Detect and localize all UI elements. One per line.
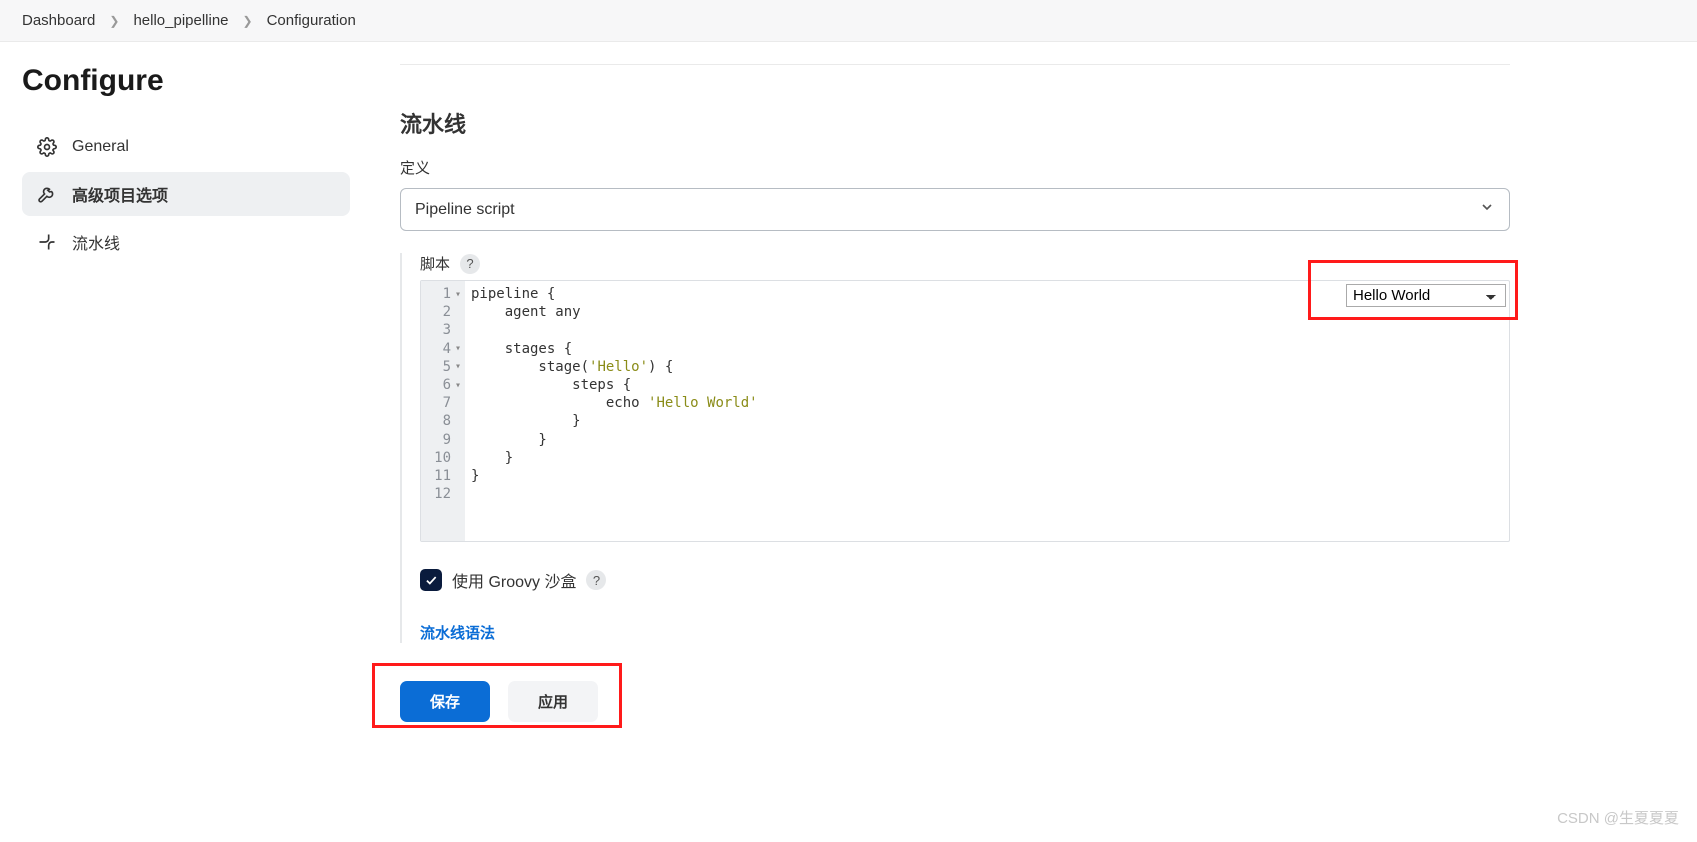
help-icon[interactable]: ? [586, 570, 606, 590]
sandbox-label: 使用 Groovy 沙盒 [452, 568, 576, 592]
help-icon[interactable]: ? [460, 254, 480, 274]
section-title: 流水线 [400, 107, 1637, 139]
pipeline-syntax-link[interactable]: 流水线语法 [420, 622, 495, 643]
save-button[interactable]: 保存 [400, 681, 490, 722]
chevron-right-icon: ❯ [243, 14, 253, 28]
gear-icon [36, 136, 58, 158]
definition-select[interactable]: Pipeline script [400, 188, 1510, 231]
sandbox-checkbox[interactable] [420, 569, 442, 591]
sample-script-select[interactable]: Hello World [1346, 284, 1506, 307]
sidebar-item-label: 流水线 [72, 230, 120, 254]
watermark: CSDN @生夏夏夏 [1557, 807, 1679, 828]
script-label: 脚本 [420, 253, 450, 274]
sidebar-item-advanced[interactable]: 高级项目选项 [22, 172, 350, 216]
page-title: Configure [22, 64, 350, 98]
sidebar: Configure General 高级项目选项 流水线 [0, 42, 360, 752]
sidebar-item-label: General [72, 138, 129, 156]
pipe-icon [36, 231, 58, 253]
wrench-icon [36, 183, 58, 205]
definition-value: Pipeline script [415, 201, 515, 219]
code-editor[interactable]: 1▾234▾5▾6▾789101112 pipeline { agent any… [420, 280, 1510, 542]
main-content: 流水线 定义 Pipeline script 脚本 ? Hello World … [360, 42, 1697, 752]
definition-label: 定义 [400, 157, 1637, 178]
sidebar-item-general[interactable]: General [22, 126, 350, 168]
chevron-down-icon [1479, 199, 1495, 220]
chevron-right-icon: ❯ [109, 14, 119, 28]
sidebar-item-label: 高级项目选项 [72, 182, 168, 206]
breadcrumb: Dashboard ❯ hello_pipelline ❯ Configurat… [0, 0, 1697, 42]
sidebar-item-pipeline[interactable]: 流水线 [22, 220, 350, 264]
breadcrumb-item[interactable]: hello_pipelline [133, 12, 228, 29]
breadcrumb-item[interactable]: Configuration [267, 12, 356, 29]
apply-button[interactable]: 应用 [508, 681, 598, 722]
breadcrumb-item[interactable]: Dashboard [22, 12, 95, 29]
